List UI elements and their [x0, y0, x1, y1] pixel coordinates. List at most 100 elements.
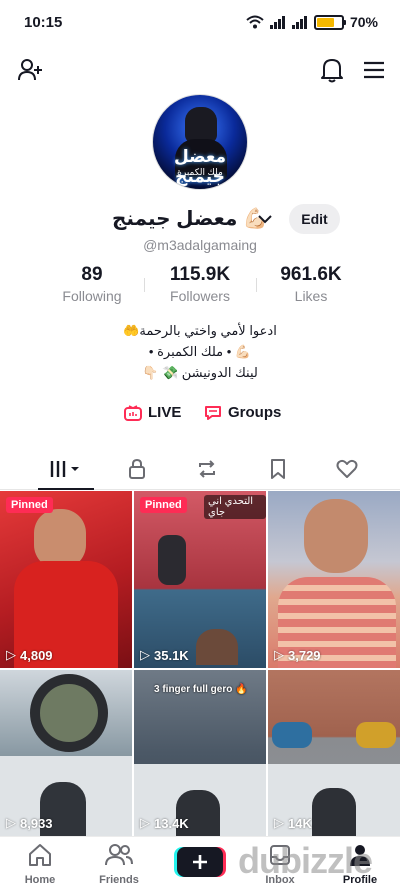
avatar-figure-head: [185, 107, 217, 143]
profile-bio: ادعوا لأمي واختي بالرحمة🤲 💪🏻 • ملك الكمب…: [0, 320, 400, 383]
likes-label: Likes: [294, 288, 328, 304]
video-caption: التحدي اني جاي: [204, 495, 266, 519]
profile-links: LIVE Groups: [0, 404, 400, 428]
bio-line: لينك الدونيشن 💸 👇🏻: [142, 365, 258, 380]
tab-private[interactable]: [117, 454, 157, 484]
video-tile[interactable]: التحدي اني جاي Pinned ▷ 35.1K: [134, 491, 266, 668]
thumbnail-person: [34, 509, 86, 569]
tab-liked[interactable]: [327, 454, 367, 484]
following-label: Following: [62, 288, 122, 304]
repost-icon: [199, 460, 215, 478]
signal-icon-2: [291, 16, 307, 29]
view-count-value: 8,933: [20, 815, 53, 831]
thumbnail-person: [312, 788, 356, 836]
view-count-value: 35.1K: [154, 647, 189, 663]
likes-stat[interactable]: 961.6K Likes: [256, 264, 366, 304]
view-count: ▷ 3,729: [274, 647, 321, 663]
view-count-value: 3,729: [288, 647, 321, 663]
friends-icon: [105, 844, 133, 866]
thumbnail-character: [158, 535, 186, 585]
play-icon: ▷: [274, 815, 284, 830]
play-icon: ▷: [6, 815, 16, 830]
live-label: LIVE: [148, 404, 182, 421]
status-time: 10:15: [24, 13, 63, 31]
play-icon: ▷: [6, 647, 16, 662]
nav-profile[interactable]: Profile: [330, 843, 390, 886]
thumbnail-person: [304, 499, 368, 573]
chat-bubble-icon: [205, 405, 221, 420]
groups-link[interactable]: Groups: [204, 404, 281, 421]
nav-home[interactable]: Home: [10, 843, 70, 886]
status-indicators: 70%: [246, 14, 378, 30]
followers-label: Followers: [170, 288, 230, 304]
followers-stat[interactable]: 115.9K Followers: [145, 264, 255, 304]
chevron-down-icon[interactable]: [258, 214, 272, 224]
nav-profile-label: Profile: [342, 874, 378, 886]
status-bar: 10:15 70%: [0, 0, 400, 44]
signal-icon: [269, 16, 285, 29]
battery-fill: [316, 17, 334, 27]
live-link[interactable]: LIVE: [124, 404, 181, 421]
nav-friends-label: Friends: [99, 874, 139, 886]
video-tile[interactable]: ▷ 3,729: [268, 491, 400, 668]
display-name: معضل جيمنج 💪🏻: [112, 208, 268, 230]
followers-count: 115.9K: [169, 264, 231, 285]
video-tile[interactable]: Pinned ▷ 4,809: [0, 491, 132, 668]
battery-icon: [313, 14, 346, 30]
thumbnail-person: [196, 629, 238, 665]
likes-count: 961.6K: [280, 264, 342, 285]
view-count-value: 4,809: [20, 647, 53, 663]
view-count: ▷ 4,809: [6, 647, 53, 663]
create-button[interactable]: [177, 847, 223, 877]
profile-icon: [350, 845, 370, 866]
video-tile[interactable]: 3 finger full gero 🔥 ▷ 13.4K: [134, 670, 266, 836]
menu-button[interactable]: [360, 56, 388, 84]
avatar[interactable]: معضل جيمنج ملك الكمبرة: [152, 94, 248, 190]
thumbnail-car: [356, 722, 396, 748]
edit-profile-button[interactable]: Edit: [289, 204, 340, 234]
nav-friends[interactable]: Friends: [89, 843, 149, 886]
thumbnail-car: [272, 722, 312, 748]
video-tile[interactable]: ▷ 14K: [268, 670, 400, 836]
bottom-nav: Home Friends Inbox Profile: [0, 836, 400, 889]
view-count: ▷ 14K: [274, 815, 312, 831]
tab-reposts[interactable]: [187, 454, 227, 484]
following-count: 89: [81, 264, 103, 285]
view-count-value: 14K: [288, 815, 312, 831]
bio-line: 💪🏻 • ملك الكمبرة •: [148, 344, 252, 359]
active-tab-indicator: [38, 488, 94, 490]
heart-icon: [336, 459, 358, 478]
nav-home-label: Home: [24, 874, 56, 886]
play-icon: ▷: [140, 815, 150, 830]
add-friend-button[interactable]: [16, 56, 44, 84]
notifications-button[interactable]: [318, 56, 346, 84]
plus-icon: [193, 855, 207, 869]
tab-videos[interactable]: [44, 454, 88, 484]
pinned-badge: Pinned: [140, 497, 187, 513]
view-count-value: 13.4K: [154, 815, 189, 831]
view-count: ▷ 8,933: [6, 815, 53, 831]
thumbnail-scope: [30, 674, 108, 752]
username-handle: @m3adalgamaing: [143, 237, 257, 253]
hamburger-icon: [364, 61, 384, 79]
nav-inbox[interactable]: Inbox: [250, 843, 310, 886]
live-tv-icon: [124, 404, 142, 421]
tab-favorites[interactable]: [258, 454, 298, 484]
wifi-icon: [246, 15, 264, 29]
video-caption: 3 finger full gero 🔥: [154, 684, 248, 695]
name-row: معضل جيمنج 💪🏻 Edit: [0, 204, 400, 234]
play-icon: ▷: [140, 647, 150, 662]
video-tile[interactable]: ▷ 8,933: [0, 670, 132, 836]
play-icon: ▷: [274, 647, 284, 662]
following-stat[interactable]: 89 Following: [37, 264, 147, 304]
inbox-icon: [270, 845, 290, 865]
grid-icon: [50, 461, 79, 477]
view-count: ▷ 35.1K: [140, 647, 189, 663]
bell-icon: [321, 59, 343, 83]
profile-stats: 89 Following 115.9K Followers 961.6K Lik…: [0, 264, 400, 304]
avatar-logo-subtext: ملك الكمبرة: [177, 167, 223, 177]
content-tabs: [0, 450, 400, 490]
lock-icon: [129, 458, 145, 479]
groups-label: Groups: [228, 404, 282, 421]
bio-line: ادعوا لأمي واختي بالرحمة🤲: [123, 323, 277, 338]
